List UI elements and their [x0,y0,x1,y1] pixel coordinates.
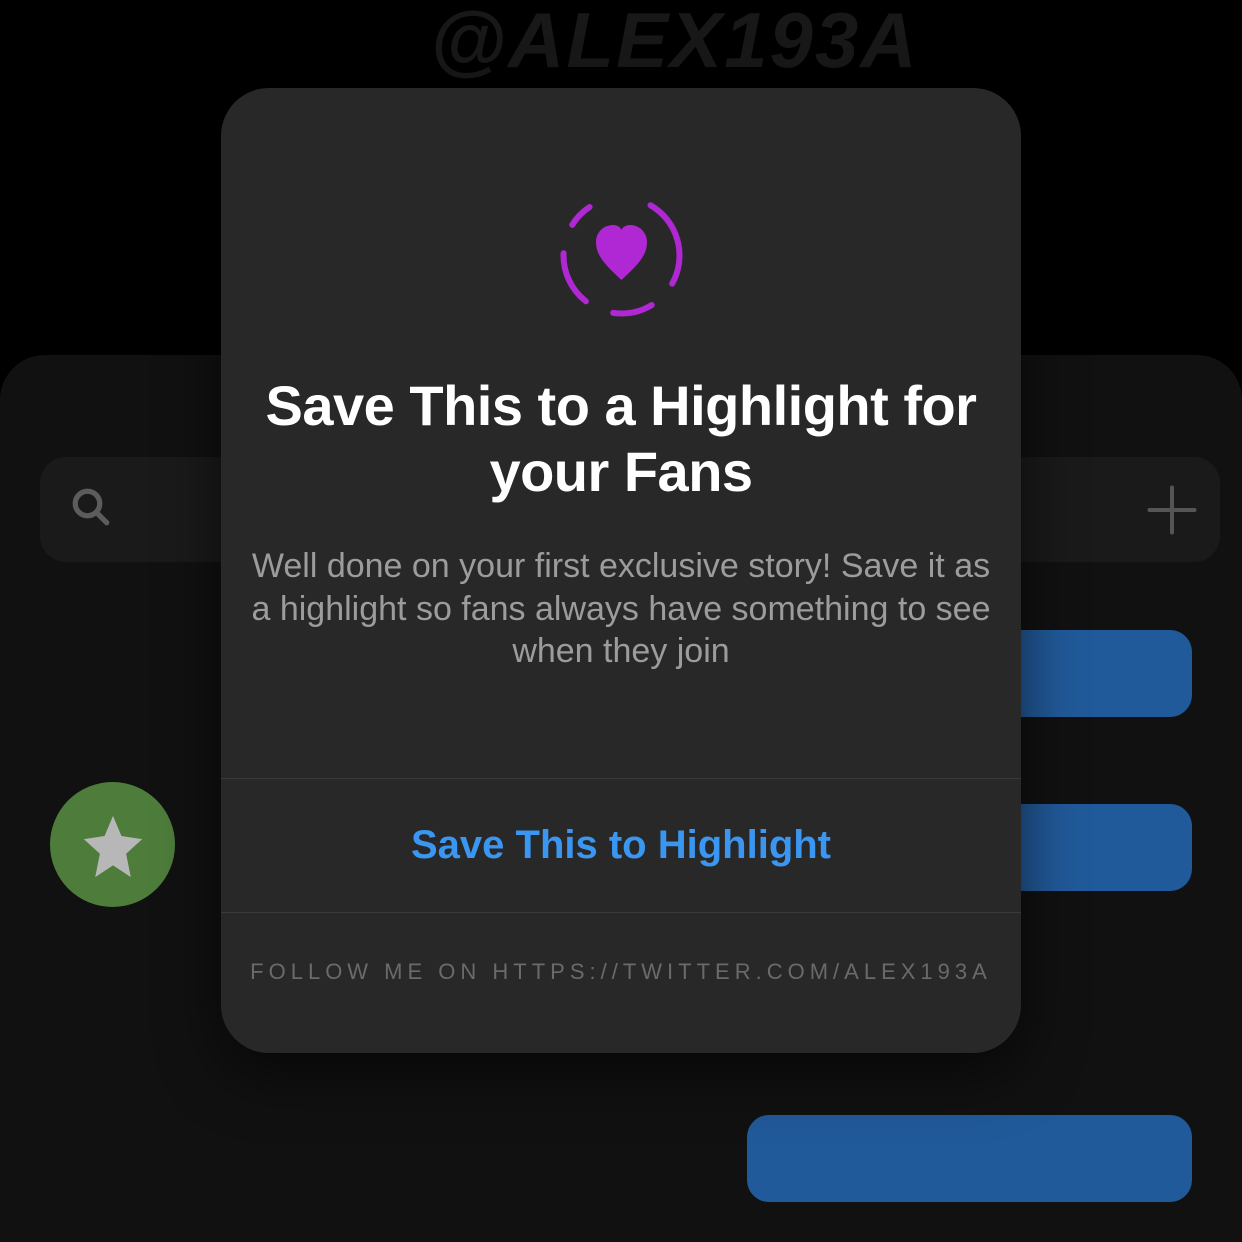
save-highlight-modal: Save This to a Highlight for your Fans W… [221,88,1021,1053]
add-button[interactable] [1142,480,1202,545]
modal-body-text: Well done on your first exclusive story!… [221,545,1021,673]
watermark-text: @ALEX193A [430,0,919,86]
modal-footer-text: FOLLOW ME ON HTTPS://TWITTER.COM/ALEX193… [221,913,1021,985]
save-to-highlight-button[interactable]: Save This to Highlight [221,779,1021,912]
message-bubble [747,1115,1192,1202]
modal-title: Save This to a Highlight for your Fans [221,373,1021,505]
star-icon [78,810,148,880]
close-friends-avatar[interactable] [50,782,175,907]
highlight-heart-icon [554,188,689,323]
search-icon [70,486,112,533]
